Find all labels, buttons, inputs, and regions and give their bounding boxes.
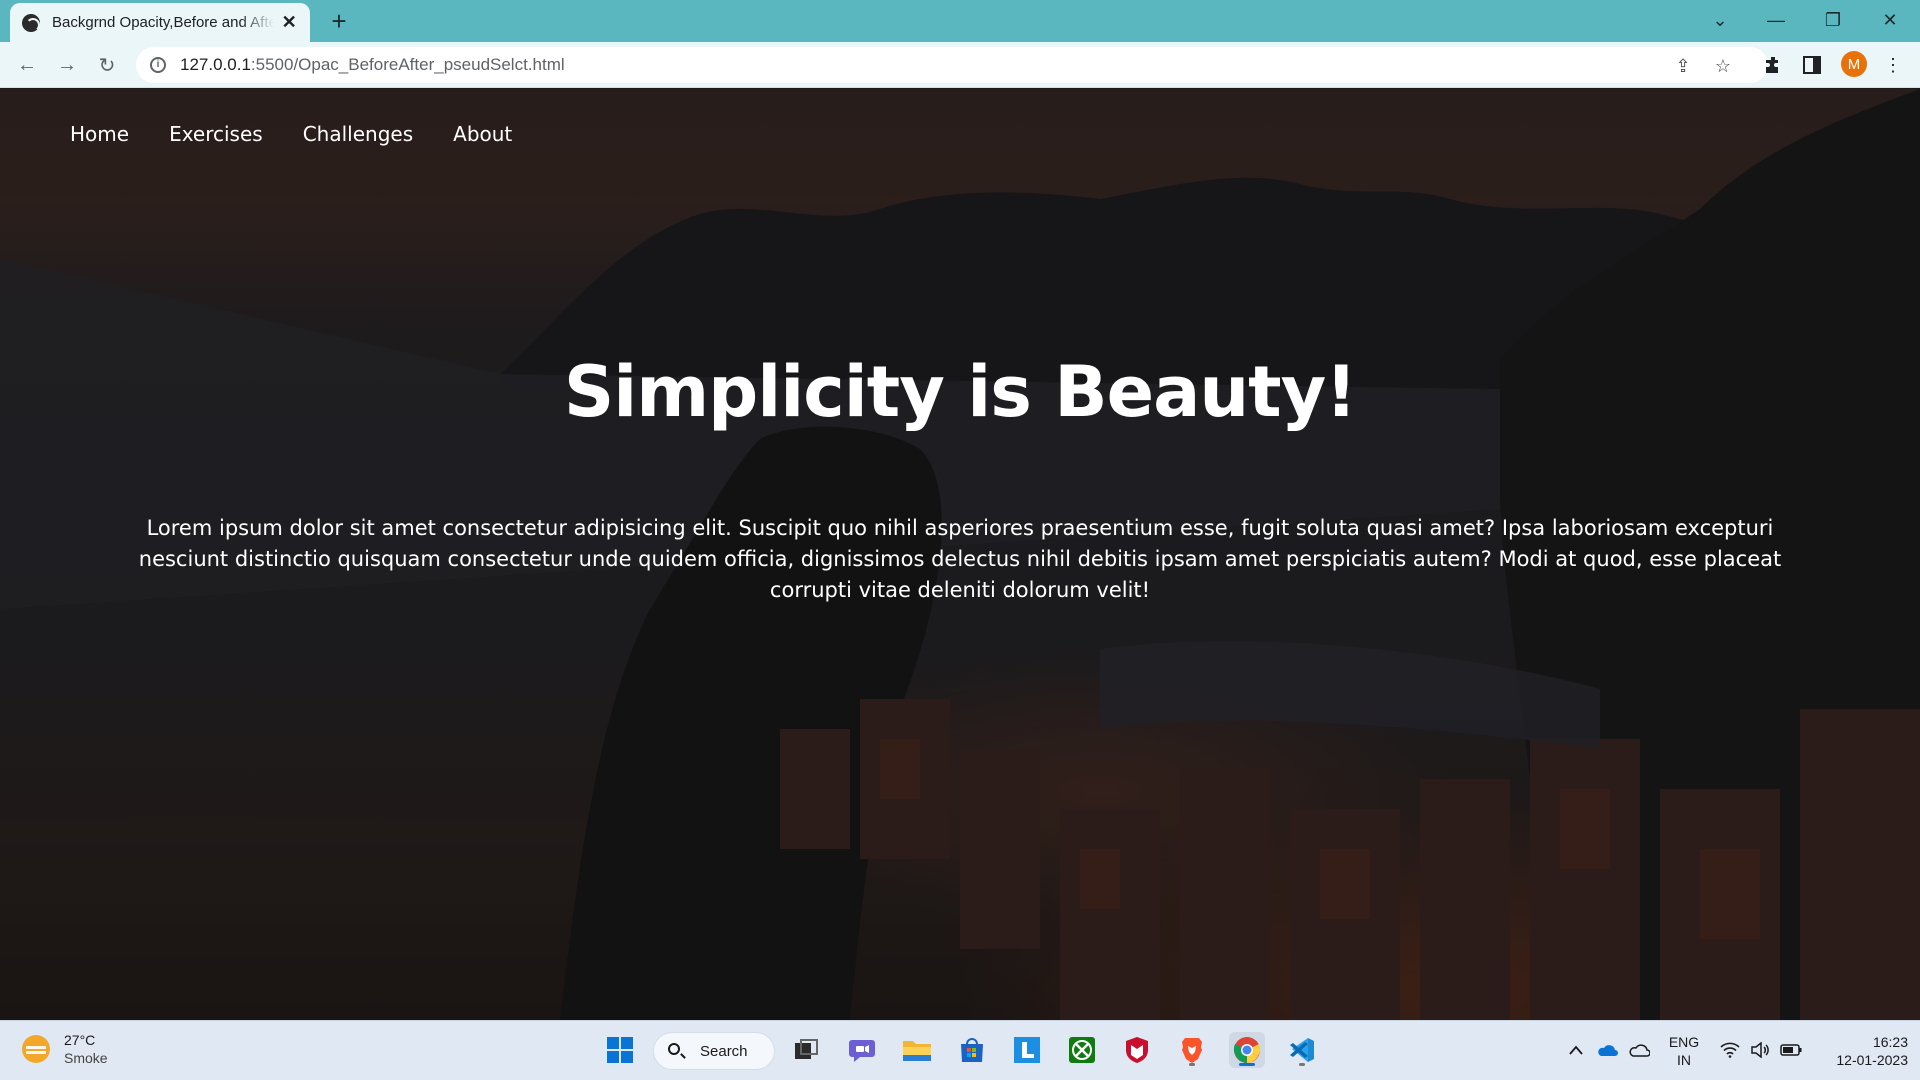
- brave-browser-icon[interactable]: [1174, 1032, 1210, 1068]
- taskbar-search[interactable]: Search: [653, 1032, 775, 1070]
- site-navigation: Home Exercises Challenges About: [70, 122, 512, 146]
- site-info-icon[interactable]: i: [150, 57, 166, 73]
- close-window-button[interactable]: ✕: [1862, 0, 1918, 40]
- nav-link-exercises[interactable]: Exercises: [169, 122, 263, 146]
- share-icon[interactable]: ⇪: [1672, 55, 1694, 77]
- battery-icon[interactable]: [1778, 1032, 1804, 1068]
- tab-strip: Backgrnd Opacity,Before and After ✕ + ⌄ …: [0, 0, 1920, 42]
- chat-app-icon[interactable]: [844, 1032, 880, 1068]
- extensions-icon[interactable]: [1762, 54, 1784, 76]
- menu-icon[interactable]: ⋮: [1882, 54, 1904, 76]
- restore-button[interactable]: ❐: [1805, 0, 1861, 40]
- region-code: IN: [1677, 1052, 1691, 1068]
- running-indicator: [1299, 1063, 1305, 1066]
- close-tab-icon[interactable]: ✕: [280, 12, 298, 33]
- browser-toolbar: ← → ↻ i 127.0.0.1:5500/Opac_BeforeAfter_…: [0, 42, 1920, 88]
- language-code: ENG: [1668, 1034, 1700, 1050]
- onedrive-personal-cloud-icon[interactable]: [1626, 1032, 1652, 1068]
- microsoft-store-icon[interactable]: [954, 1032, 990, 1068]
- tab-search-icon[interactable]: ⌄: [1692, 0, 1748, 40]
- search-icon: [668, 1043, 680, 1055]
- weather-condition: Smoke: [64, 1050, 108, 1066]
- mcafee-icon[interactable]: [1119, 1032, 1155, 1068]
- l-app-icon[interactable]: [1009, 1032, 1045, 1068]
- chrome-icon[interactable]: [1229, 1032, 1265, 1068]
- address-bar[interactable]: i 127.0.0.1:5500/Opac_BeforeAfter_pseudS…: [136, 47, 1768, 83]
- windows-logo-icon: [607, 1037, 633, 1063]
- minimize-button[interactable]: —: [1748, 0, 1804, 40]
- clock-date: 12-01-2023: [1836, 1052, 1908, 1068]
- nav-link-challenges[interactable]: Challenges: [303, 122, 413, 146]
- url-text[interactable]: 127.0.0.1:5500/Opac_BeforeAfter_pseudSel…: [180, 55, 565, 75]
- bookmark-star-icon[interactable]: ☆: [1712, 55, 1734, 77]
- search-label: Search: [700, 1042, 748, 1060]
- nav-link-about[interactable]: About: [453, 122, 512, 146]
- weather-temperature: 27°C: [64, 1032, 96, 1048]
- side-panel-icon[interactable]: [1801, 54, 1823, 76]
- xbox-icon[interactable]: [1064, 1032, 1100, 1068]
- weather-widget[interactable]: 27°C Smoke: [22, 1031, 108, 1067]
- back-button[interactable]: ←: [12, 50, 42, 80]
- task-view-icon[interactable]: [788, 1032, 824, 1068]
- running-indicator: [1239, 1063, 1255, 1066]
- vscode-icon[interactable]: [1284, 1032, 1320, 1068]
- volume-icon[interactable]: [1748, 1032, 1772, 1068]
- browser-tab[interactable]: Backgrnd Opacity,Before and After ✕: [10, 3, 310, 42]
- hero-paragraph: Lorem ipsum dolor sit amet consectetur a…: [138, 516, 1782, 602]
- language-indicator[interactable]: ENG IN: [1664, 1033, 1704, 1069]
- hero-title: Simplicity is Beauty!: [563, 351, 1357, 433]
- new-tab-button[interactable]: +: [325, 6, 353, 36]
- chevron-up-icon[interactable]: [1564, 1032, 1588, 1068]
- weather-haze-icon: [22, 1035, 50, 1063]
- nav-link-home[interactable]: Home: [70, 122, 129, 146]
- reload-button[interactable]: ↻: [92, 50, 122, 80]
- onedrive-cloud-icon[interactable]: [1594, 1032, 1620, 1068]
- clock[interactable]: 16:23 12-01-2023: [1812, 1033, 1908, 1069]
- clock-time: 16:23: [1872, 1034, 1908, 1050]
- profile-avatar[interactable]: M: [1841, 51, 1867, 77]
- running-indicator: [1189, 1063, 1195, 1066]
- file-explorer-icon[interactable]: [899, 1032, 935, 1068]
- forward-button[interactable]: →: [52, 50, 82, 80]
- start-button[interactable]: [602, 1032, 638, 1068]
- tab-title: Backgrnd Opacity,Before and After: [52, 14, 275, 31]
- taskbar: 27°C Smoke Search ENG IN 16:23 12-01-202…: [0, 1020, 1920, 1080]
- globe-icon: [22, 13, 40, 32]
- wifi-icon[interactable]: [1718, 1032, 1742, 1068]
- url-host: 127.0.0.1: [180, 55, 251, 74]
- url-path: :5500/Opac_BeforeAfter_pseudSelct.html: [250, 55, 565, 74]
- page-viewport: Home Exercises Challenges About Simplici…: [0, 89, 1920, 1020]
